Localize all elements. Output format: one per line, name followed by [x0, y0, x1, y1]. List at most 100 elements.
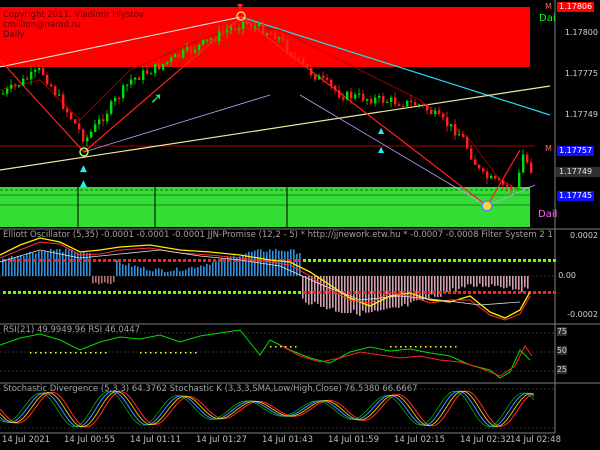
- histogram-bar: [143, 266, 145, 276]
- filter-dot: [183, 291, 186, 294]
- candle-body: [518, 172, 521, 190]
- histogram-bar: [149, 270, 151, 276]
- filter-dot: [68, 259, 71, 262]
- filter-dot: [553, 259, 556, 262]
- filter-dot: [418, 291, 421, 294]
- filter-dot: [138, 291, 141, 294]
- histogram-bar: [494, 276, 496, 287]
- filter-dot: [428, 291, 431, 294]
- filter-dot: [188, 291, 191, 294]
- filter-dot: [143, 259, 146, 262]
- histogram-bar: [161, 269, 163, 276]
- rsi-dot: [420, 346, 422, 348]
- filter-dot: [83, 259, 86, 262]
- histogram-bar: [410, 276, 412, 303]
- histogram-bar: [173, 270, 175, 276]
- rsi-dot: [280, 346, 282, 348]
- histogram-bar: [521, 276, 523, 293]
- rsi-dot: [455, 346, 457, 348]
- filter-dot: [283, 291, 286, 294]
- support-zone: [0, 187, 530, 227]
- histogram-bar: [254, 250, 256, 276]
- filter-dot: [88, 259, 91, 262]
- histogram-bar: [47, 252, 49, 276]
- rsi-dot: [145, 352, 147, 354]
- candle-body: [134, 77, 137, 80]
- candle-body: [438, 110, 441, 114]
- filter-dot: [218, 291, 221, 294]
- candle-body: [442, 113, 445, 118]
- histogram-bar: [509, 276, 511, 287]
- rsi-dot: [170, 352, 172, 354]
- candle-body: [50, 84, 53, 87]
- filter-dot: [463, 259, 466, 262]
- filter-dot: [178, 291, 181, 294]
- trading-chart[interactable]: ➚ ▲ ▲ ▲ ▲ ▼: [0, 0, 600, 450]
- rsi-dot: [165, 352, 167, 354]
- time-axis-label: 14 Jul 00:55: [64, 435, 115, 445]
- histogram-bar: [107, 276, 109, 284]
- histogram-bar: [482, 276, 484, 287]
- rsi-dot: [95, 352, 97, 354]
- candle-body: [142, 70, 145, 80]
- filter-dot: [208, 259, 211, 262]
- filter-dot: [98, 291, 101, 294]
- rsi-dot: [425, 346, 427, 348]
- candle-body: [398, 104, 401, 106]
- histogram-bar: [29, 251, 31, 276]
- trend-line-yellow: [0, 85, 551, 171]
- price-tag-blue-upper: 1.17757: [557, 146, 595, 156]
- up-arrow-icon-2: ▲: [80, 179, 87, 189]
- header-copyright: Copyright 2011, Vladimir Hlystov: [3, 10, 145, 20]
- candle-body: [494, 175, 497, 179]
- candle-body: [206, 39, 209, 41]
- candle-body: [14, 84, 17, 86]
- candle-body: [86, 137, 89, 142]
- candle-body: [422, 104, 425, 106]
- candle-body: [30, 71, 33, 80]
- filter-dot: [88, 291, 91, 294]
- histogram-bar: [209, 264, 211, 276]
- buy-arrow-icon: ➚: [150, 89, 163, 107]
- histogram-bar: [62, 251, 64, 276]
- candle-body: [190, 47, 193, 53]
- filter-dot: [198, 291, 201, 294]
- histogram-bar: [101, 276, 103, 284]
- stochastic-line: [0, 390, 535, 428]
- candle-body: [338, 90, 341, 98]
- histogram-bar: [95, 276, 97, 283]
- rsi-dot: [275, 346, 277, 348]
- filter-dot: [368, 291, 371, 294]
- time-axis-label: 14 Jul 01:59: [328, 435, 379, 445]
- rsi-dot: [45, 352, 47, 354]
- rsi-dot: [50, 352, 52, 354]
- candle-body: [374, 97, 377, 104]
- filter-dot: [298, 259, 301, 262]
- histogram-bar: [458, 276, 460, 290]
- candle-body: [66, 108, 69, 113]
- filter-dot: [398, 291, 401, 294]
- filter-dot: [58, 291, 61, 294]
- histogram-bar: [503, 276, 505, 289]
- filter-dot: [98, 259, 101, 262]
- bottom-pivot-marker[interactable]: [481, 200, 493, 212]
- filter-dot: [83, 291, 86, 294]
- filter-dot: [113, 259, 116, 262]
- histogram-bar: [59, 249, 61, 276]
- filter-dot: [323, 259, 326, 262]
- filter-dot: [348, 291, 351, 294]
- candle-body: [394, 97, 397, 105]
- filter-dot: [298, 291, 301, 294]
- histogram-bar: [92, 276, 94, 284]
- rsi-dot: [290, 346, 292, 348]
- candle-body: [54, 86, 57, 96]
- rsi-dot: [445, 346, 447, 348]
- histogram-bar: [272, 250, 274, 276]
- candle-body: [130, 79, 133, 85]
- filter-dot: [223, 259, 226, 262]
- rsi-dot: [450, 346, 452, 348]
- filter-dot: [163, 291, 166, 294]
- histogram-bar: [164, 271, 166, 276]
- rsi-dot: [395, 346, 397, 348]
- histogram-bar: [152, 271, 154, 276]
